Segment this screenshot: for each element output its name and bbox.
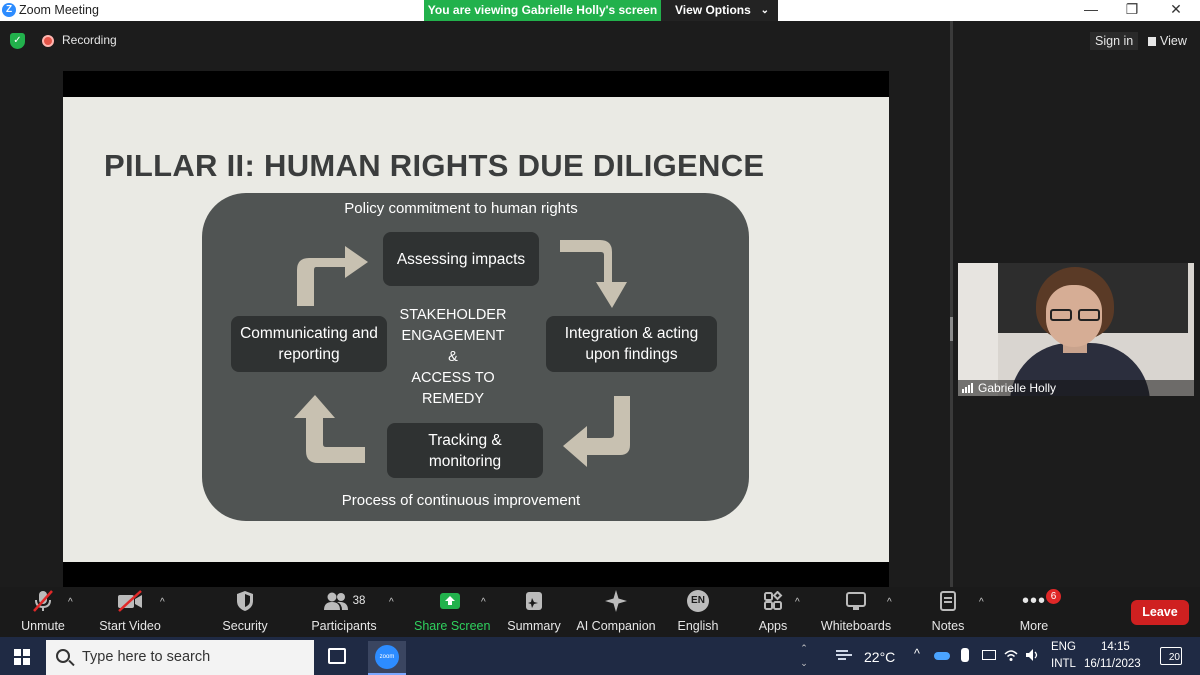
zoom-window: Z Zoom Meeting You are viewing Gabrielle…	[0, 0, 1200, 675]
notes-button[interactable]: Notes	[928, 587, 968, 637]
notes-label: Notes	[931, 619, 965, 633]
security-button[interactable]: Security	[218, 587, 272, 637]
whiteboard-icon	[818, 587, 894, 615]
apps-label: Apps	[758, 619, 788, 633]
summary-label: Summary	[507, 619, 561, 633]
share-options-caret-icon[interactable]: ^	[481, 597, 486, 608]
microphone-muted-icon	[14, 587, 72, 615]
share-screen-button[interactable]: Share Screen	[414, 587, 491, 637]
taskbar-scroll-icon[interactable]: ⌃ ⌄	[798, 641, 810, 673]
share-screen-icon	[414, 587, 486, 615]
more-label: More	[1019, 619, 1049, 633]
language-label: English	[677, 619, 719, 633]
participant-name-label: Gabrielle Holly	[958, 380, 1194, 396]
participant-video-tile[interactable]	[958, 263, 1194, 396]
participants-icon: 38	[308, 587, 380, 615]
apps-caret-icon[interactable]: ^	[795, 597, 800, 608]
onedrive-icon[interactable]	[934, 652, 950, 660]
apps-icon	[752, 587, 794, 615]
leave-button[interactable]: Leave	[1131, 600, 1189, 625]
whiteboards-caret-icon[interactable]: ^	[887, 597, 892, 608]
signal-bars-icon	[962, 381, 974, 397]
unmute-button[interactable]: Unmute	[14, 587, 72, 637]
language-button[interactable]: EN English	[672, 587, 724, 637]
meeting-toolbar: Unmute ^ Start Video ^ Security 38 Parti…	[0, 587, 1200, 637]
arrow-top-right	[560, 240, 627, 308]
windows-start-icon[interactable]	[14, 649, 30, 665]
search-icon	[56, 649, 70, 663]
wifi-icon[interactable]	[1004, 648, 1018, 662]
participants-label: Participants	[311, 619, 377, 633]
language-badge-icon: EN	[687, 590, 709, 612]
task-view-icon[interactable]	[328, 648, 346, 664]
tray-expand-icon[interactable]: ^	[914, 647, 920, 661]
keyboard-lang-1[interactable]: ENG	[1051, 641, 1076, 653]
notes-caret-icon[interactable]: ^	[979, 597, 984, 608]
whiteboards-label: Whiteboards	[820, 619, 892, 633]
taskbar-search-box[interactable]: Type here to search	[46, 640, 314, 675]
participants-caret-icon[interactable]: ^	[389, 597, 394, 608]
arrow-top-left	[297, 246, 368, 306]
clock-date[interactable]: 16/11/2023	[1084, 658, 1141, 670]
search-placeholder: Type here to search	[82, 649, 211, 665]
keyboard-lang-2[interactable]: INTL	[1051, 658, 1076, 670]
notifications-icon[interactable]: 20	[1160, 647, 1182, 665]
weather-icon	[834, 646, 856, 662]
sparkle-icon	[574, 587, 658, 615]
start-video-label: Start Video	[99, 619, 161, 633]
audio-options-caret-icon[interactable]: ^	[68, 597, 73, 608]
arrow-bottom-left	[294, 395, 365, 463]
apps-button[interactable]: Apps	[752, 587, 794, 637]
zoom-app-icon: zoom	[375, 645, 399, 669]
video-options-caret-icon[interactable]: ^	[160, 597, 165, 608]
participants-button[interactable]: 38 Participants	[308, 587, 380, 637]
summary-button[interactable]: Summary	[504, 587, 564, 637]
participant-name: Gabrielle Holly	[978, 381, 1057, 395]
share-screen-label: Share Screen	[414, 619, 491, 633]
clock-time[interactable]: 14:15	[1101, 641, 1130, 653]
ai-companion-button[interactable]: AI Companion	[574, 587, 658, 637]
summary-icon	[504, 587, 564, 615]
camera-off-icon	[96, 587, 164, 615]
unmute-label: Unmute	[21, 619, 65, 633]
arrow-bottom-right	[563, 396, 630, 467]
start-video-button[interactable]: Start Video	[96, 587, 164, 637]
temperature[interactable]: 22°C	[864, 649, 895, 665]
whiteboards-button[interactable]: Whiteboards	[818, 587, 894, 637]
more-notification-badge: 6	[1046, 589, 1061, 604]
shield-icon	[218, 587, 272, 615]
battery-icon[interactable]	[982, 650, 996, 660]
glasses-icon	[1048, 309, 1102, 321]
participants-count: 38	[352, 595, 366, 607]
taskbar-zoom-app[interactable]: zoom	[368, 641, 406, 675]
notes-icon	[928, 587, 968, 615]
security-label: Security	[222, 619, 268, 633]
usb-icon[interactable]	[961, 648, 969, 662]
notifications-count: 20	[1168, 652, 1180, 663]
ai-companion-label: AI Companion	[576, 619, 656, 633]
speaker-icon[interactable]	[1025, 648, 1041, 662]
